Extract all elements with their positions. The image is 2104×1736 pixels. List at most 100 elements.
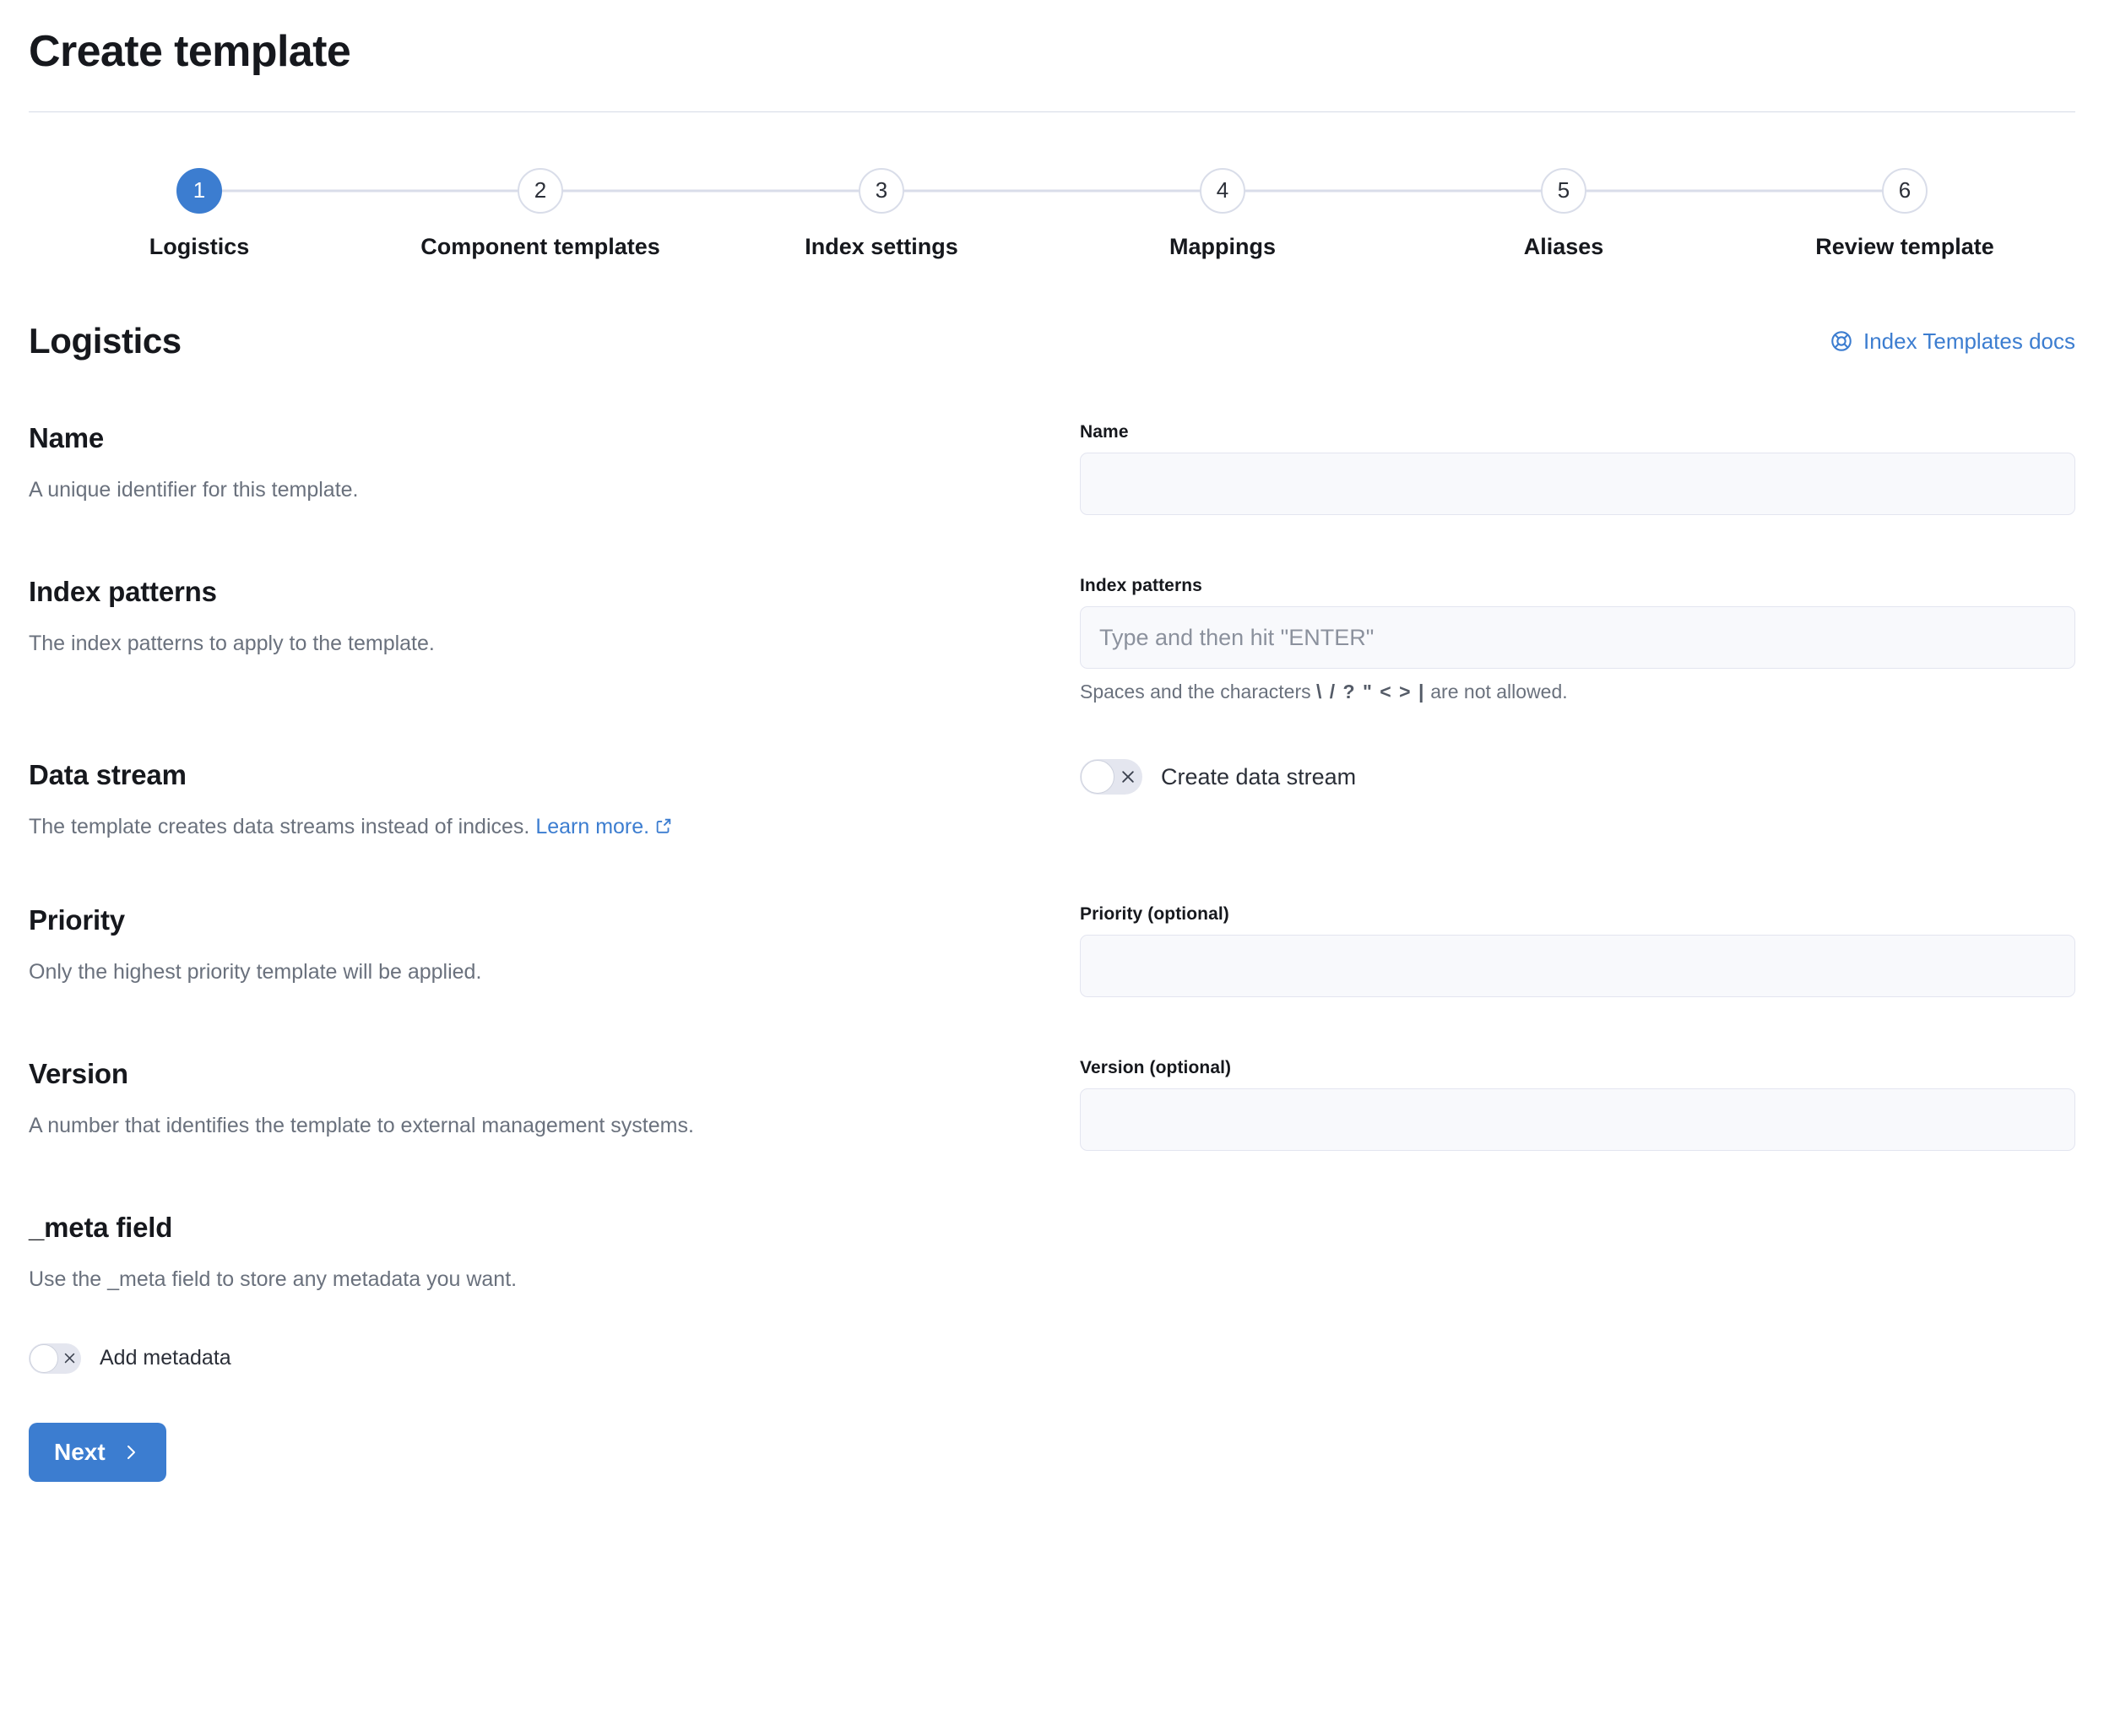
step-5-aliases[interactable]: 5 Aliases xyxy=(1393,166,1734,261)
wizard-stepper: 1 Logistics 2 Component templates 3 Inde… xyxy=(0,166,2104,261)
add-metadata-toggle[interactable] xyxy=(29,1343,81,1374)
field-title-priority: Priority xyxy=(29,904,1029,936)
field-control-priority: Priority (optional) xyxy=(1080,904,2075,997)
help-disallowed-characters: \ / ? " < > | xyxy=(1316,681,1425,703)
step-circle-row: 3 xyxy=(711,166,1052,215)
section-header: Logistics Index Templates docs xyxy=(0,321,2104,361)
field-desc-meta: Use the _meta field to store any metadat… xyxy=(29,1266,1029,1294)
field-control-name: Name xyxy=(1080,422,2075,515)
page-header: Create template xyxy=(0,0,2104,112)
field-row-name: Name A unique identifier for this templa… xyxy=(29,422,2075,515)
toggle-knob xyxy=(30,1344,58,1373)
priority-input[interactable] xyxy=(1080,935,2075,997)
field-control-index-patterns: Index patterns Spaces and the characters… xyxy=(1080,576,2075,703)
step-4-mappings[interactable]: 4 Mappings xyxy=(1052,166,1393,261)
step-circle-row: 2 xyxy=(370,166,711,215)
data-stream-desc-text: The template creates data streams instea… xyxy=(29,815,529,838)
index-patterns-input-label: Index patterns xyxy=(1080,576,2075,596)
next-button[interactable]: Next xyxy=(29,1423,166,1482)
field-row-data-stream: Data stream The template creates data st… xyxy=(29,759,2075,844)
field-desc-name: A unique identifier for this template. xyxy=(29,476,1029,505)
step-label: Logistics xyxy=(149,234,250,261)
version-input[interactable] xyxy=(1080,1088,2075,1151)
field-control-version: Version (optional) xyxy=(1080,1058,2075,1151)
field-desc-priority: Only the highest priority template will … xyxy=(29,958,1029,987)
field-row-index-patterns: Index patterns The index patterns to app… xyxy=(29,576,2075,703)
create-data-stream-toggle[interactable] xyxy=(1080,759,1142,795)
index-patterns-input[interactable] xyxy=(1080,606,2075,669)
field-title-index-patterns: Index patterns xyxy=(29,576,1029,608)
step-6-review-template[interactable]: 6 Review template xyxy=(1734,166,2075,261)
field-desc-version: A number that identifies the template to… xyxy=(29,1112,1029,1141)
step-connector-right xyxy=(199,189,370,192)
field-title-name: Name xyxy=(29,422,1029,454)
chevron-right-icon xyxy=(121,1442,141,1462)
field-title-version: Version xyxy=(29,1058,1029,1090)
step-connector-left xyxy=(370,189,540,192)
field-description-version: Version A number that identifies the tem… xyxy=(29,1058,1080,1141)
field-description-meta: _meta field Use the _meta field to store… xyxy=(29,1212,1080,1294)
step-circle-row: 4 xyxy=(1052,166,1393,215)
header-divider xyxy=(29,111,2075,112)
step-circle-row: 1 xyxy=(29,166,370,215)
docs-link-label: Index Templates docs xyxy=(1863,328,2075,355)
step-label: Component templates xyxy=(420,234,660,261)
logistics-form: Name A unique identifier for this templa… xyxy=(0,361,2104,1482)
external-link-icon xyxy=(654,815,673,844)
step-1-logistics[interactable]: 1 Logistics xyxy=(29,166,370,261)
step-number-badge: 3 xyxy=(859,168,904,214)
index-templates-docs-link[interactable]: Index Templates docs xyxy=(1830,328,2075,355)
step-connector-right xyxy=(1223,189,1393,192)
field-row-version: Version A number that identifies the tem… xyxy=(29,1058,2075,1151)
step-number-badge: 4 xyxy=(1200,168,1245,214)
help-prefix: Spaces and the characters xyxy=(1080,681,1311,703)
step-circle-row: 6 xyxy=(1734,166,2075,215)
step-connector-left xyxy=(1052,189,1223,192)
step-circle-row: 5 xyxy=(1393,166,1734,215)
step-connector-right xyxy=(881,189,1052,192)
field-row-meta: _meta field Use the _meta field to store… xyxy=(29,1212,2075,1294)
priority-input-label: Priority (optional) xyxy=(1080,904,2075,925)
step-number-badge: 2 xyxy=(518,168,563,214)
index-patterns-help-text: Spaces and the characters \ / ? " < > | … xyxy=(1080,681,2075,703)
field-description-index-patterns: Index patterns The index patterns to app… xyxy=(29,576,1080,659)
step-2-component-templates[interactable]: 2 Component templates xyxy=(370,166,711,261)
name-input-label: Name xyxy=(1080,422,2075,442)
add-metadata-label: Add metadata xyxy=(100,1346,231,1370)
cross-icon xyxy=(57,1343,81,1374)
help-circle-icon xyxy=(1830,329,1853,353)
step-number-badge: 1 xyxy=(176,168,222,214)
step-number-badge: 6 xyxy=(1882,168,1928,214)
section-title: Logistics xyxy=(29,321,182,361)
step-label: Mappings xyxy=(1169,234,1276,261)
step-connector-left xyxy=(1393,189,1564,192)
step-connector-left xyxy=(1734,189,1905,192)
step-label: Aliases xyxy=(1524,234,1604,261)
create-data-stream-switch-row: Create data stream xyxy=(1080,759,2075,795)
page-title: Create template xyxy=(29,27,2075,78)
learn-more-label: Learn more. xyxy=(535,815,649,838)
step-number-badge: 5 xyxy=(1541,168,1586,214)
field-control-data-stream: Create data stream xyxy=(1080,759,2075,795)
step-label: Review template xyxy=(1815,234,1994,261)
data-stream-learn-more-link[interactable]: Learn more. xyxy=(535,815,673,838)
field-desc-data-stream: The template creates data streams instea… xyxy=(29,813,1029,844)
next-button-label: Next xyxy=(54,1439,106,1466)
cross-icon xyxy=(1114,759,1142,795)
toggle-knob xyxy=(1081,760,1114,794)
field-title-meta: _meta field xyxy=(29,1212,1029,1244)
field-description-name: Name A unique identifier for this templa… xyxy=(29,422,1080,505)
name-input[interactable] xyxy=(1080,453,2075,515)
field-description-priority: Priority Only the highest priority templ… xyxy=(29,904,1080,987)
step-3-index-settings[interactable]: 3 Index settings xyxy=(711,166,1052,261)
field-title-data-stream: Data stream xyxy=(29,759,1029,791)
step-connector-left xyxy=(711,189,881,192)
field-row-priority: Priority Only the highest priority templ… xyxy=(29,904,2075,997)
field-desc-index-patterns: The index patterns to apply to the templ… xyxy=(29,630,1029,659)
version-input-label: Version (optional) xyxy=(1080,1058,2075,1078)
help-suffix: are not allowed. xyxy=(1430,681,1567,703)
step-connector-right xyxy=(540,189,711,192)
create-data-stream-label: Create data stream xyxy=(1161,764,1356,790)
field-description-data-stream: Data stream The template creates data st… xyxy=(29,759,1080,844)
step-connector-right xyxy=(1564,189,1734,192)
